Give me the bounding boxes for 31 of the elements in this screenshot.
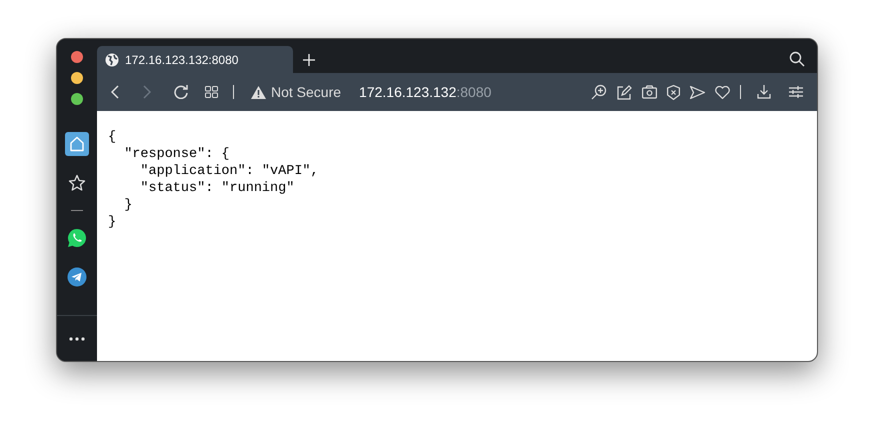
more-icon[interactable] [69,336,85,340]
globe-icon [105,52,119,66]
camera-icon[interactable] [642,85,657,99]
new-tab-icon[interactable] [303,54,315,66]
chat-bubble-icon [67,228,87,248]
send-icon[interactable] [690,86,705,98]
sidebar-paper-plane-button[interactable] [65,265,89,289]
warning-icon [251,86,266,98]
download-icon[interactable] [757,85,771,99]
tab-title: 172.16.123.132:8080 [125,52,238,68]
browser-tab[interactable]: 172.16.123.132:8080 [97,46,293,73]
home-icon [69,136,85,152]
paper-plane-icon [67,267,87,287]
edit-icon[interactable] [617,84,632,100]
sidebar-chat-bubble-button[interactable] [65,226,89,250]
back-icon[interactable] [111,85,119,99]
security-label[interactable]: Not Secure [271,82,342,102]
reload-icon[interactable] [174,85,188,99]
json-text: { "response": { "application": "vAPI", "status": "running" } } [108,129,320,231]
minimize-window-button[interactable] [71,72,83,84]
shield-icon[interactable] [667,84,680,100]
search-icon[interactable] [789,51,805,67]
address-field[interactable]: 172.16.123.132:8080 [359,82,492,102]
zoom-window-button[interactable] [71,93,83,105]
settings-icon[interactable] [789,86,803,98]
tiles-icon[interactable] [205,86,218,98]
zoom-in-icon[interactable] [591,84,607,100]
sidebar-home-button[interactable] [65,132,89,156]
close-window-button[interactable] [71,51,83,63]
heart-icon[interactable] [715,86,730,98]
star-icon [68,174,86,192]
